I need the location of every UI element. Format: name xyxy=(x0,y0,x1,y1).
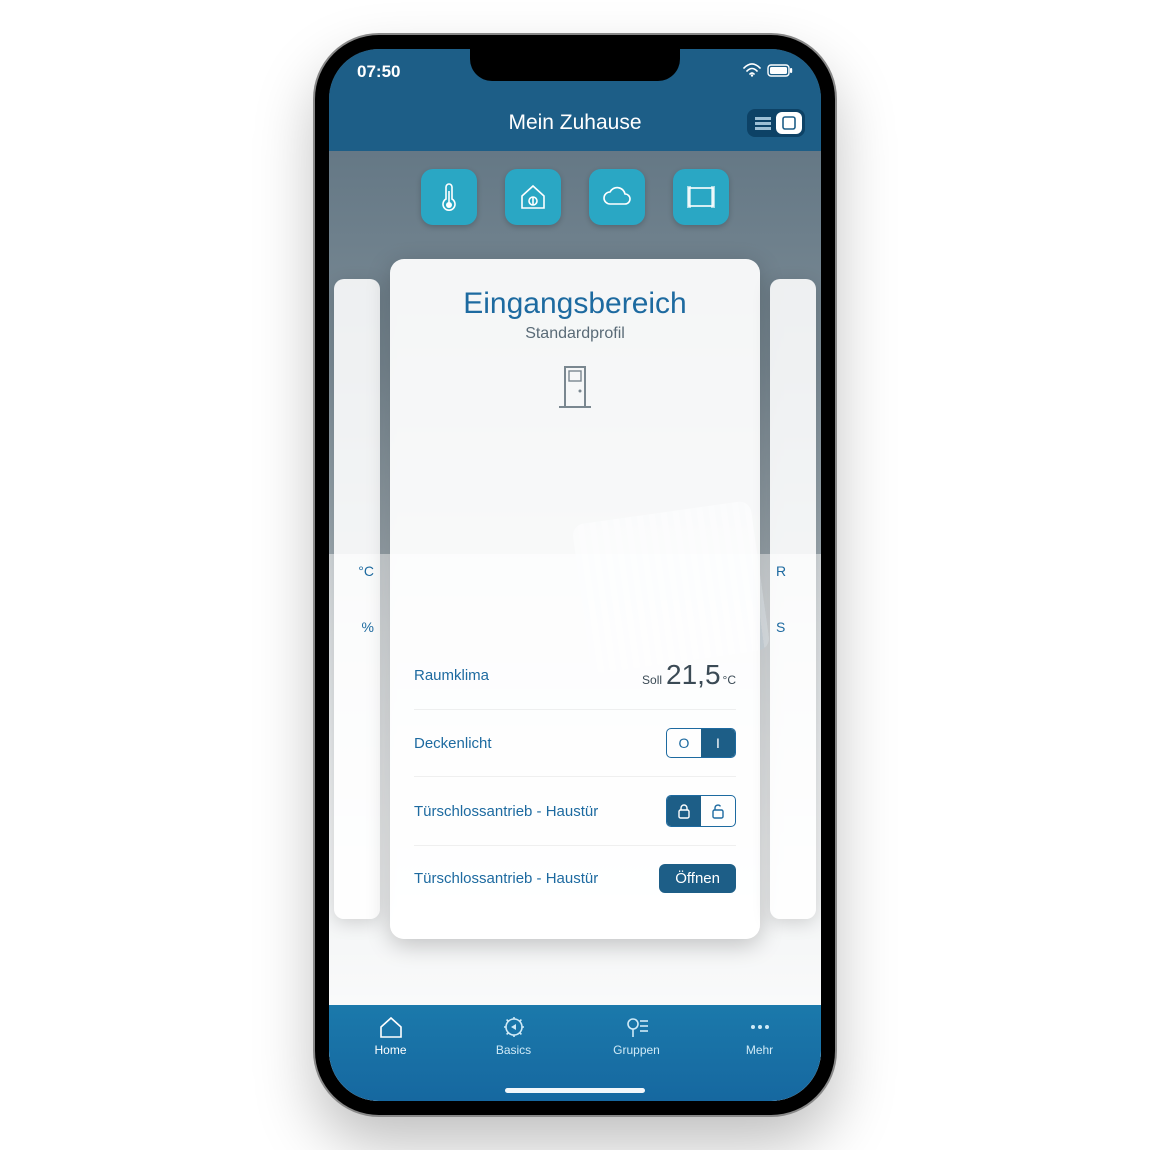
climate-value: Soll21,5°C xyxy=(642,659,736,691)
list-view-icon[interactable] xyxy=(750,112,776,134)
app-header: Mein Zuhause xyxy=(329,95,821,151)
door-icon xyxy=(414,361,736,419)
lock-open-icon[interactable] xyxy=(701,796,735,826)
quick-house[interactable] xyxy=(505,169,561,225)
status-time: 07:50 xyxy=(357,62,400,82)
lock-closed-icon[interactable] xyxy=(667,796,701,826)
wifi-icon xyxy=(743,62,761,82)
next-room-card[interactable]: R S xyxy=(770,279,816,919)
quick-cloud[interactable] xyxy=(589,169,645,225)
row-open: Türschlossantrieb - Haustür Öffnen xyxy=(414,845,736,911)
light-label: Deckenlicht xyxy=(414,735,492,752)
open-button[interactable]: Öffnen xyxy=(659,864,736,893)
card-view-icon[interactable] xyxy=(776,112,802,134)
tab-groups[interactable]: Gruppen xyxy=(597,1015,677,1057)
tab-basics[interactable]: Basics xyxy=(474,1015,554,1057)
quick-panel[interactable] xyxy=(673,169,729,225)
row-climate[interactable]: Raumklima Soll21,5°C xyxy=(414,641,736,709)
prev-room-card[interactable]: °C % xyxy=(334,279,380,919)
room-profile: Standardprofil xyxy=(414,325,736,343)
climate-label: Raumklima xyxy=(414,667,489,684)
tab-bar: Home Basics Gruppen Mehr xyxy=(329,1005,821,1101)
header-title: Mein Zuhause xyxy=(508,111,641,135)
light-off[interactable]: O xyxy=(667,729,701,757)
open-label: Türschlossantrieb - Haustür xyxy=(414,870,598,887)
view-toggle[interactable] xyxy=(747,109,805,137)
light-toggle[interactable]: O I xyxy=(666,728,736,758)
tab-home[interactable]: Home xyxy=(351,1015,431,1057)
row-lock: Türschlossantrieb - Haustür xyxy=(414,776,736,845)
home-indicator[interactable] xyxy=(505,1088,645,1093)
room-card: Eingangsbereich Standardprofil Raumklima… xyxy=(390,259,760,939)
light-on[interactable]: I xyxy=(701,729,735,757)
row-light: Deckenlicht O I xyxy=(414,709,736,776)
room-title: Eingangsbereich xyxy=(414,287,736,321)
battery-icon xyxy=(767,62,793,82)
quick-temperature[interactable] xyxy=(421,169,477,225)
lock-label: Türschlossantrieb - Haustür xyxy=(414,803,598,820)
lock-toggle[interactable] xyxy=(666,795,736,827)
tab-more[interactable]: Mehr xyxy=(720,1015,800,1057)
